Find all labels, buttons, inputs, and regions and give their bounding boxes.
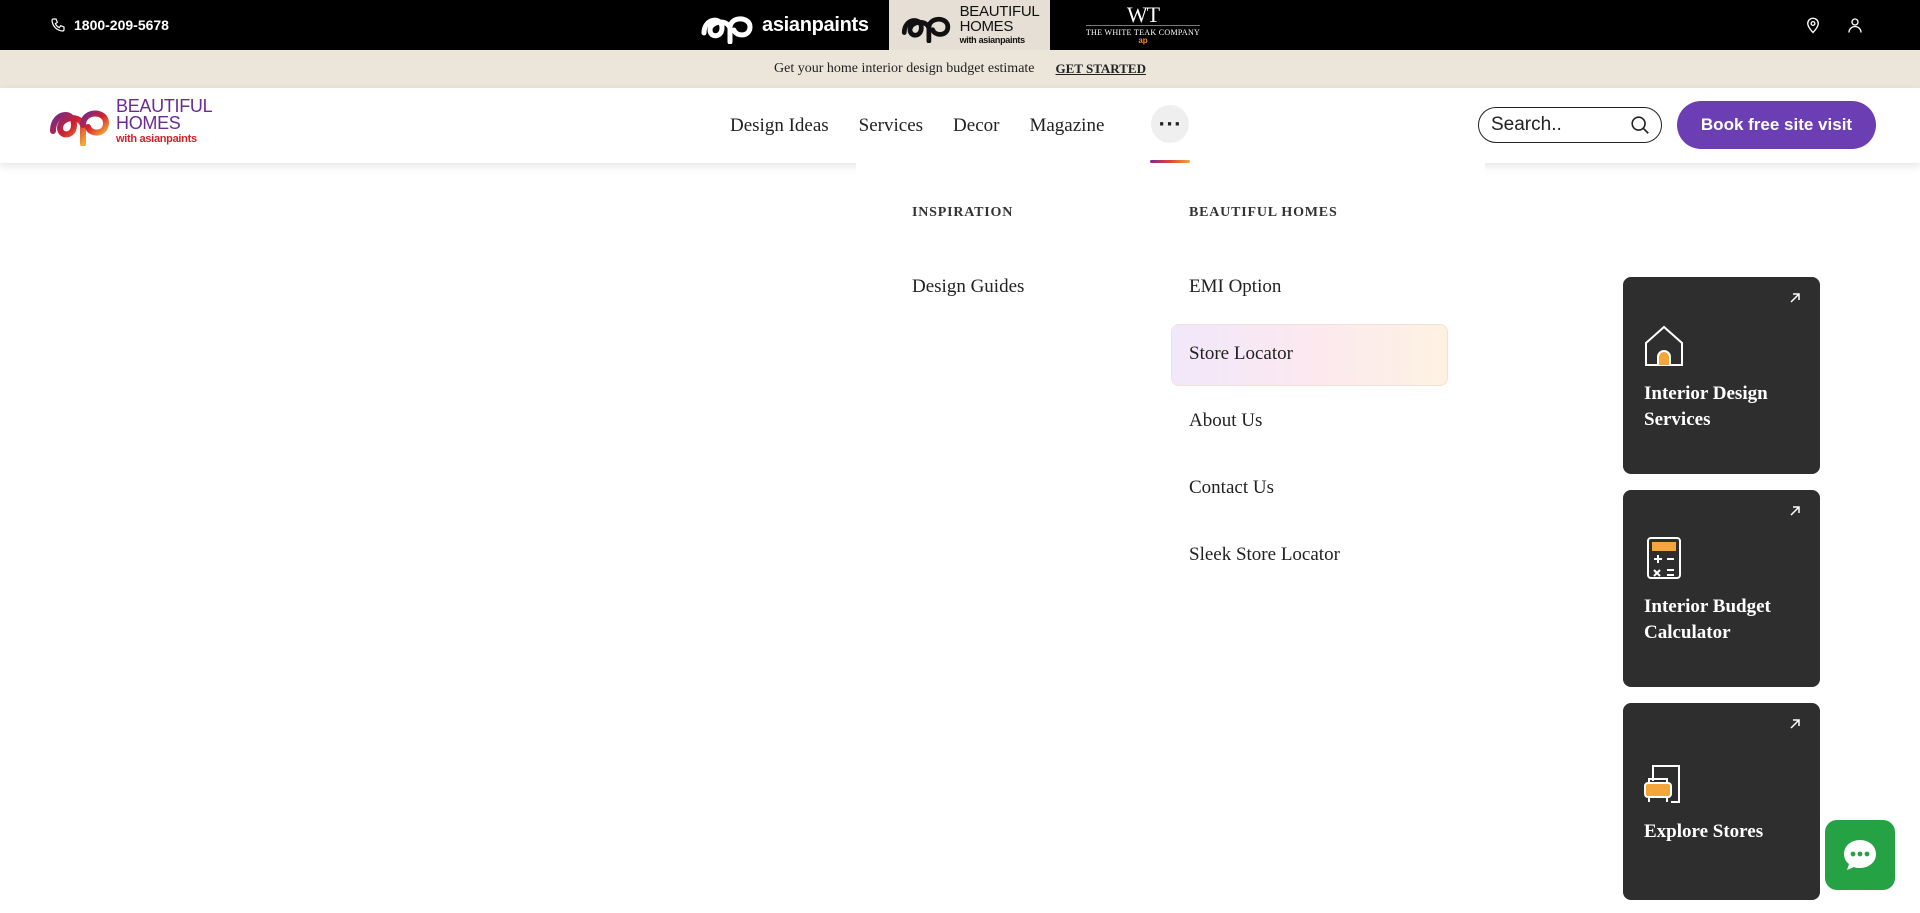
card-explore-stores[interactable]: Explore Stores (1623, 703, 1820, 900)
card-label: Interior Design Services (1644, 383, 1768, 430)
top-icons (1804, 0, 1864, 50)
main-header: BEAUTIFUL HOMES with asianpaints Design … (0, 88, 1920, 163)
white-teak-sub: ap (1138, 36, 1148, 45)
more-dropdown-panel: INSPIRATION Design Guides BEAUTIFUL HOME… (856, 163, 1485, 573)
link-about-us[interactable]: About Us (1189, 410, 1262, 432)
bh-line2: HOMES (959, 18, 1014, 35)
beautiful-homes-heading: BEAUTIFUL HOMES (1189, 205, 1338, 220)
arrow-up-right-icon (1790, 719, 1800, 729)
phone-link[interactable]: 1800-209-5678 (50, 0, 169, 50)
nav-decor[interactable]: Decor (953, 115, 999, 137)
asianpaints-logo-icon (701, 16, 753, 44)
chat-bubble-icon (1844, 840, 1876, 870)
promo-text: Get your home interior design budget est… (774, 61, 1035, 76)
card-label: Explore Stores (1644, 821, 1764, 842)
logo-sub: with asianpaints (116, 133, 197, 145)
house-icon (1645, 325, 1683, 366)
link-sleek-store-locator[interactable]: Sleek Store Locator (1189, 544, 1340, 566)
beautiful-homes-brand-tab[interactable]: BEAUTIFUL HOMES with asianpaints (889, 0, 1050, 50)
top-brand-bar: 1800-209-5678 asianpaints BEAUTIFUL HOME… (0, 0, 1920, 50)
store-icon (1644, 765, 1680, 803)
nav-services[interactable]: Services (859, 115, 923, 137)
white-teak-brand-link[interactable]: WT THE WHITE TEAK COMPANY ap (1083, 2, 1203, 48)
location-pin-icon[interactable] (1804, 16, 1822, 34)
card-interior-budget-calculator[interactable]: Interior Budget Calculator (1623, 490, 1820, 687)
white-teak-monogram: WT (1126, 2, 1160, 27)
bh-sub: with asianpaints (959, 35, 1026, 45)
nav-magazine[interactable]: Magazine (1029, 115, 1104, 137)
nav-design-ideas[interactable]: Design Ideas (730, 115, 829, 137)
card-interior-design-services[interactable]: Interior Design Services (1623, 277, 1820, 474)
card-label: Interior Budget Calculator (1644, 596, 1771, 643)
user-icon[interactable] (1846, 16, 1864, 34)
calculator-icon (1647, 537, 1681, 579)
link-emi-option[interactable]: EMI Option (1189, 276, 1281, 298)
search-input[interactable] (1491, 114, 1621, 136)
main-nav: Design Ideas Services Decor Magazine (730, 88, 1104, 163)
inspiration-heading: INSPIRATION (912, 205, 1014, 220)
link-design-guides[interactable]: Design Guides (912, 276, 1024, 298)
book-free-site-visit-button[interactable]: Book free site visit (1677, 101, 1876, 149)
logo-line2: HOMES (116, 113, 181, 133)
logo-text: BEAUTIFUL HOMES with asianpaints (116, 97, 213, 146)
get-started-link[interactable]: GET STARTED (1056, 61, 1146, 77)
more-menu-button[interactable]: ··· (1151, 105, 1189, 143)
asianpaints-brand-text: asianpaints (762, 13, 869, 36)
search-box (1478, 107, 1662, 143)
chat-button[interactable] (1825, 820, 1895, 890)
link-store-locator[interactable]: Store Locator (1189, 343, 1293, 365)
beautiful-homes-logo-mark-icon (50, 110, 110, 146)
promo-strip: Get your home interior design budget est… (0, 50, 1920, 88)
beautiful-homes-logo[interactable]: BEAUTIFUL HOMES with asianpaints (48, 97, 213, 146)
link-contact-us[interactable]: Contact Us (1189, 477, 1274, 499)
phone-icon (51, 18, 65, 32)
asianpaints-brand-link[interactable]: asianpaints (700, 4, 869, 46)
arrow-up-right-icon (1790, 293, 1800, 303)
more-dots-icon: ··· (1158, 113, 1182, 135)
beautiful-homes-logo-icon (901, 16, 950, 43)
phone-number: 1800-209-5678 (74, 17, 169, 33)
search-icon[interactable] (1629, 114, 1651, 136)
beautiful-homes-brand-text: BEAUTIFUL HOMES with asianpaints (960, 4, 1040, 46)
arrow-up-right-icon (1790, 506, 1800, 516)
